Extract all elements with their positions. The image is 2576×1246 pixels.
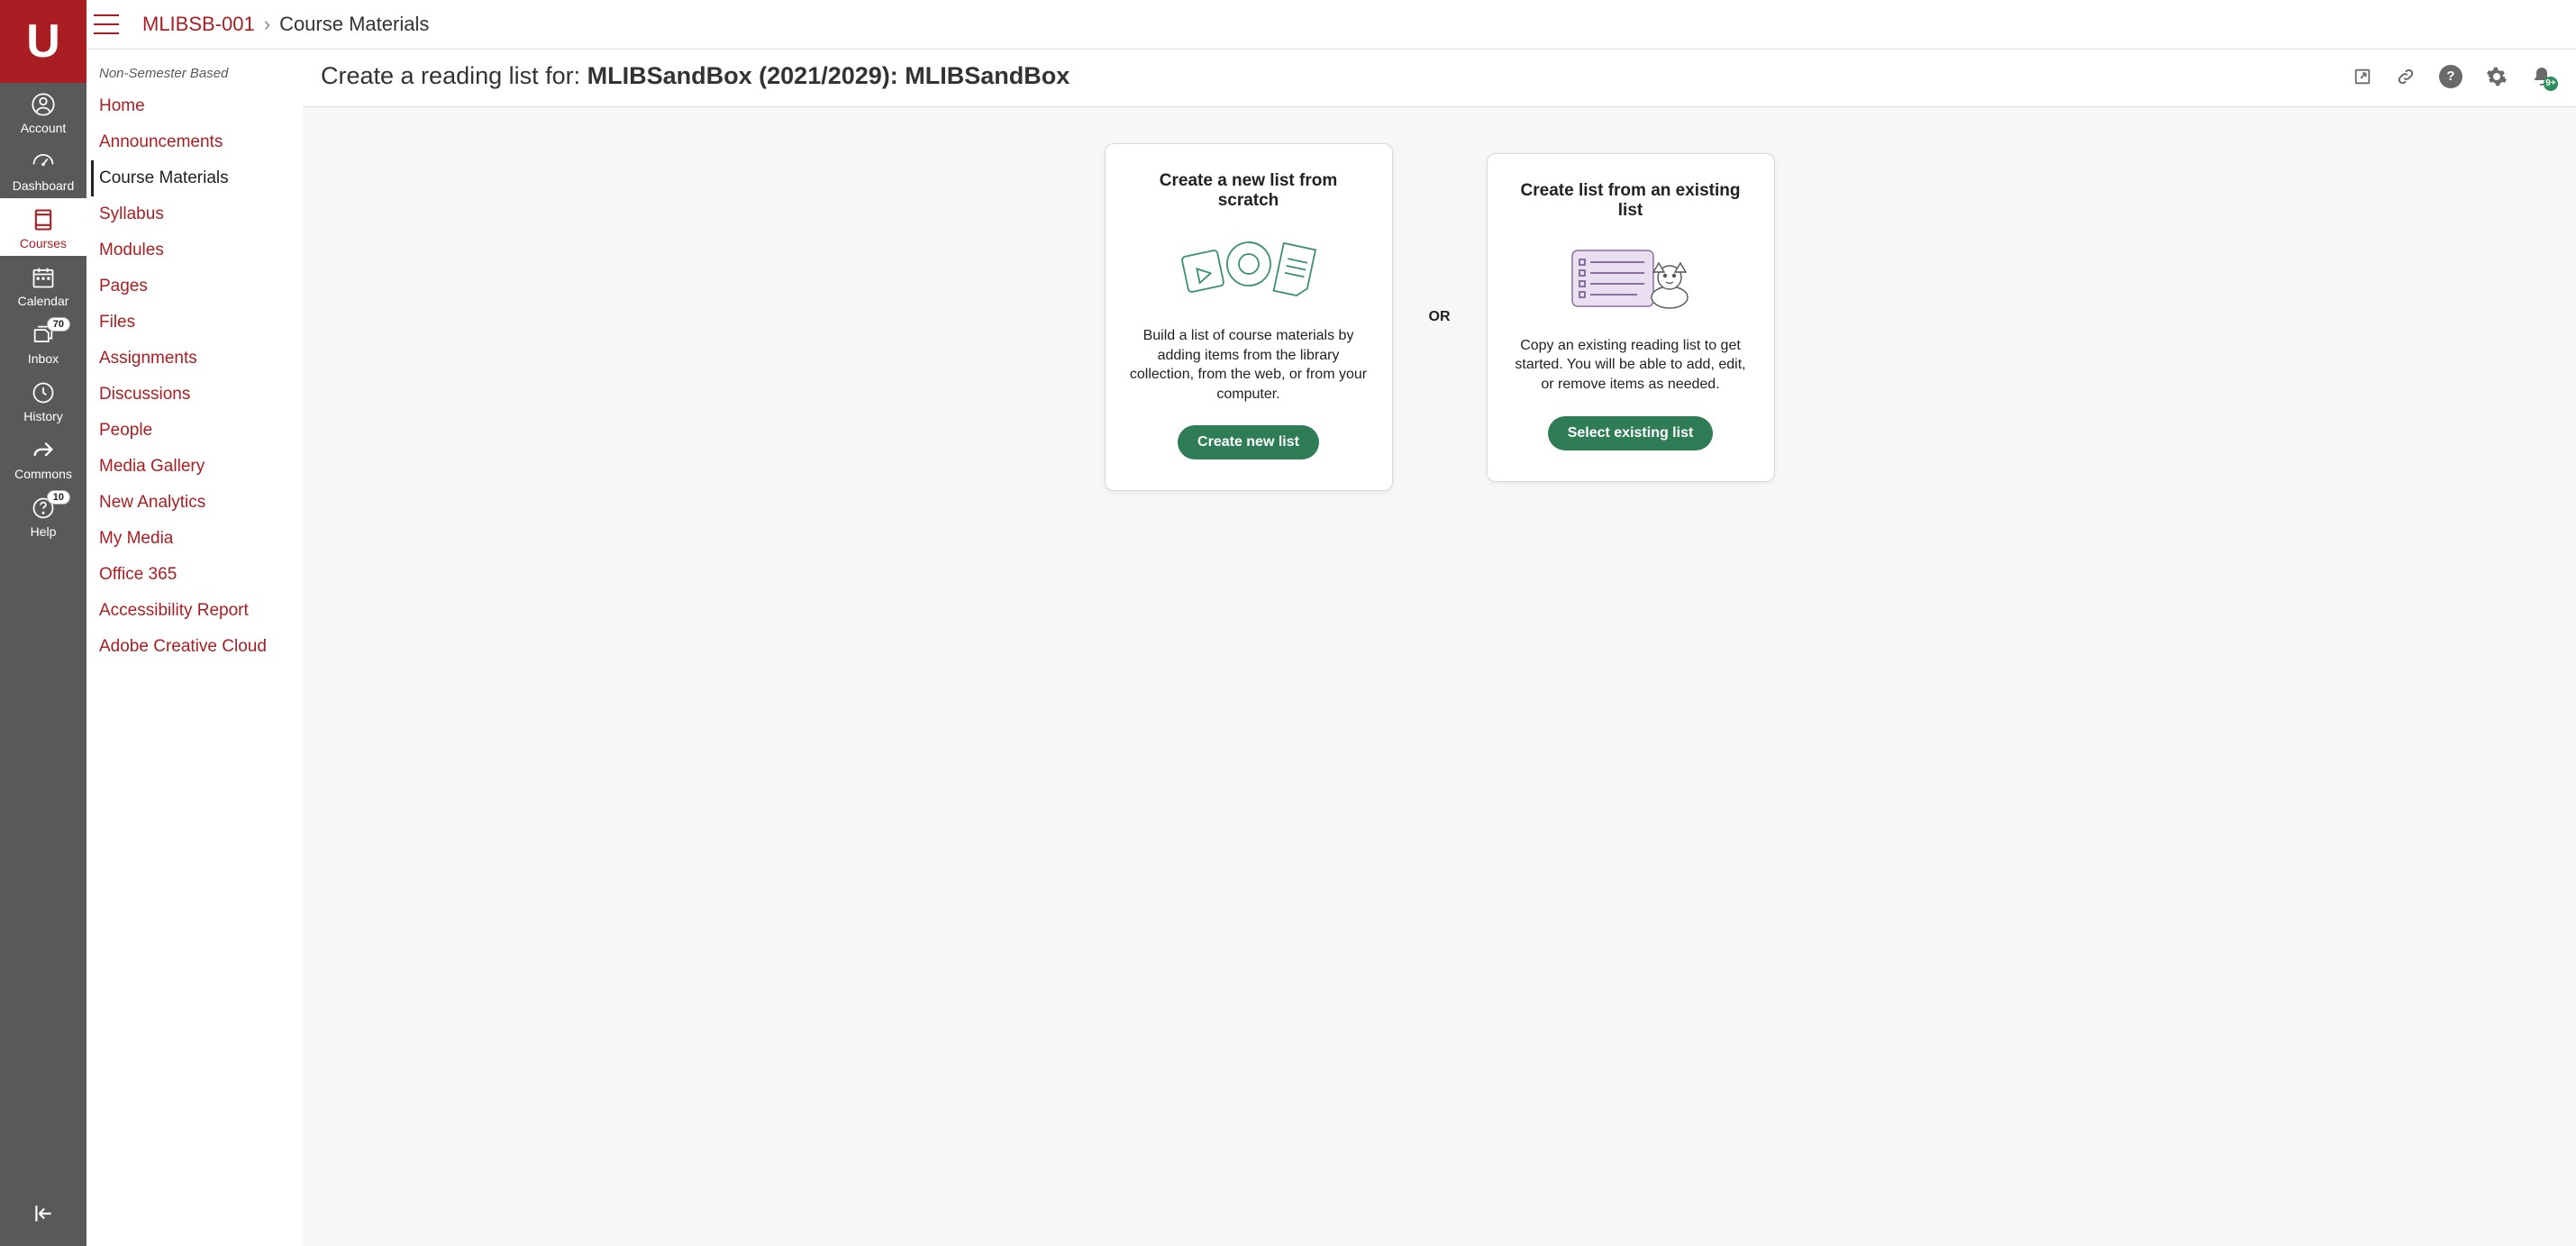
course-nav: Non-Semester Based Home Announcements Co… [86, 50, 303, 1246]
nav-inbox[interactable]: 70 Inbox [0, 314, 86, 371]
help-badge: 10 [47, 490, 70, 505]
nav-account[interactable]: Account [0, 83, 86, 141]
nav-label: Courses [20, 236, 67, 250]
topbar: MLIBSB-001 › Course Materials [86, 0, 2576, 50]
course-nav-syllabus[interactable]: Syllabus [99, 196, 296, 232]
course-nav-media-gallery[interactable]: Media Gallery [99, 449, 296, 485]
settings-gear-icon[interactable] [2486, 66, 2508, 87]
breadcrumb-current: Course Materials [279, 13, 429, 36]
logo-letter: U [26, 14, 60, 68]
course-nav-adobe-cc[interactable]: Adobe Creative Cloud [99, 629, 296, 665]
course-nav-new-analytics[interactable]: New Analytics [99, 485, 296, 521]
create-new-list-card: Create a new list from scratch [1105, 143, 1393, 491]
share-arrow-icon [31, 438, 56, 463]
new-list-illustration-icon [1127, 229, 1370, 310]
inbox-badge: 70 [47, 317, 70, 332]
nav-help[interactable]: 10 Help [0, 487, 86, 544]
nav-label: Inbox [28, 351, 59, 366]
notifications-badge: 9+ [2544, 77, 2558, 91]
card-heading: Create a new list from scratch [1127, 171, 1370, 211]
tool-actions: ? 9+ [2353, 65, 2553, 88]
book-icon [31, 207, 56, 232]
card-description: Build a list of course materials by addi… [1127, 326, 1370, 404]
course-nav-discussions[interactable]: Discussions [99, 377, 296, 413]
course-nav-office-365[interactable]: Office 365 [99, 557, 296, 593]
nav-courses[interactable]: Courses [0, 198, 86, 256]
breadcrumb-separator: › [264, 13, 270, 36]
user-circle-icon [31, 92, 56, 117]
course-nav-my-media[interactable]: My Media [99, 521, 296, 557]
gauge-icon [31, 150, 56, 175]
nav-history[interactable]: History [0, 371, 86, 429]
nav-label: History [23, 409, 63, 423]
tool-title-prefix: Create a reading list for: [321, 62, 587, 89]
collapse-nav-button[interactable] [32, 1189, 55, 1246]
breadcrumb-course-link[interactable]: MLIBSB-001 [142, 13, 255, 36]
nav-calendar[interactable]: Calendar [0, 256, 86, 314]
existing-list-illustration-icon [1509, 239, 1752, 320]
card-heading: Create list from an existing list [1509, 181, 1752, 221]
help-icon[interactable]: ? [2439, 65, 2462, 88]
select-existing-list-button[interactable]: Select existing list [1548, 416, 1714, 450]
hamburger-menu-button[interactable] [94, 14, 119, 34]
nav-label: Dashboard [13, 178, 75, 193]
course-nav-assignments[interactable]: Assignments [99, 341, 296, 377]
course-nav-home[interactable]: Home [99, 88, 296, 124]
nav-label: Commons [14, 467, 72, 481]
course-nav-accessibility[interactable]: Accessibility Report [99, 593, 296, 629]
course-nav-modules[interactable]: Modules [99, 232, 296, 268]
nav-label: Calendar [18, 294, 69, 308]
embedded-tool: Create a reading list for: MLIBSandBox (… [303, 50, 2576, 1246]
course-nav-files[interactable]: Files [99, 305, 296, 341]
tool-header: Create a reading list for: MLIBSandBox (… [303, 50, 2576, 107]
tool-title: Create a reading list for: MLIBSandBox (… [321, 62, 1070, 90]
course-nav-pages[interactable]: Pages [99, 268, 296, 305]
main-column: MLIBSB-001 › Course Materials Non-Semest… [86, 0, 2576, 1246]
tool-body: Create a new list from scratch [303, 107, 2576, 1246]
notifications-bell-icon[interactable]: 9+ [2531, 66, 2553, 87]
open-new-window-icon[interactable] [2353, 67, 2372, 86]
breadcrumb: MLIBSB-001 › Course Materials [142, 13, 429, 36]
nav-dashboard[interactable]: Dashboard [0, 141, 86, 198]
nav-label: Account [21, 121, 67, 135]
course-term-label: Non-Semester Based [99, 50, 296, 88]
card-description: Copy an existing reading list to get sta… [1509, 336, 1752, 395]
course-nav-people[interactable]: People [99, 413, 296, 449]
global-nav: U Account Dashboard Courses Calendar [0, 0, 86, 1246]
nav-label: Help [31, 524, 57, 539]
clock-icon [31, 380, 56, 405]
divider-or: OR [1429, 309, 1451, 325]
tool-title-course: MLIBSandBox (2021/2029): MLIBSandBox [587, 62, 1070, 89]
course-nav-course-materials[interactable]: Course Materials [91, 160, 296, 196]
create-new-list-button[interactable]: Create new list [1178, 425, 1319, 459]
institution-logo[interactable]: U [0, 0, 86, 83]
select-existing-list-card: Create list from an existing list [1487, 153, 1775, 482]
nav-commons[interactable]: Commons [0, 429, 86, 487]
link-icon[interactable] [2396, 67, 2416, 86]
calendar-icon [31, 265, 56, 290]
course-nav-announcements[interactable]: Announcements [99, 124, 296, 160]
